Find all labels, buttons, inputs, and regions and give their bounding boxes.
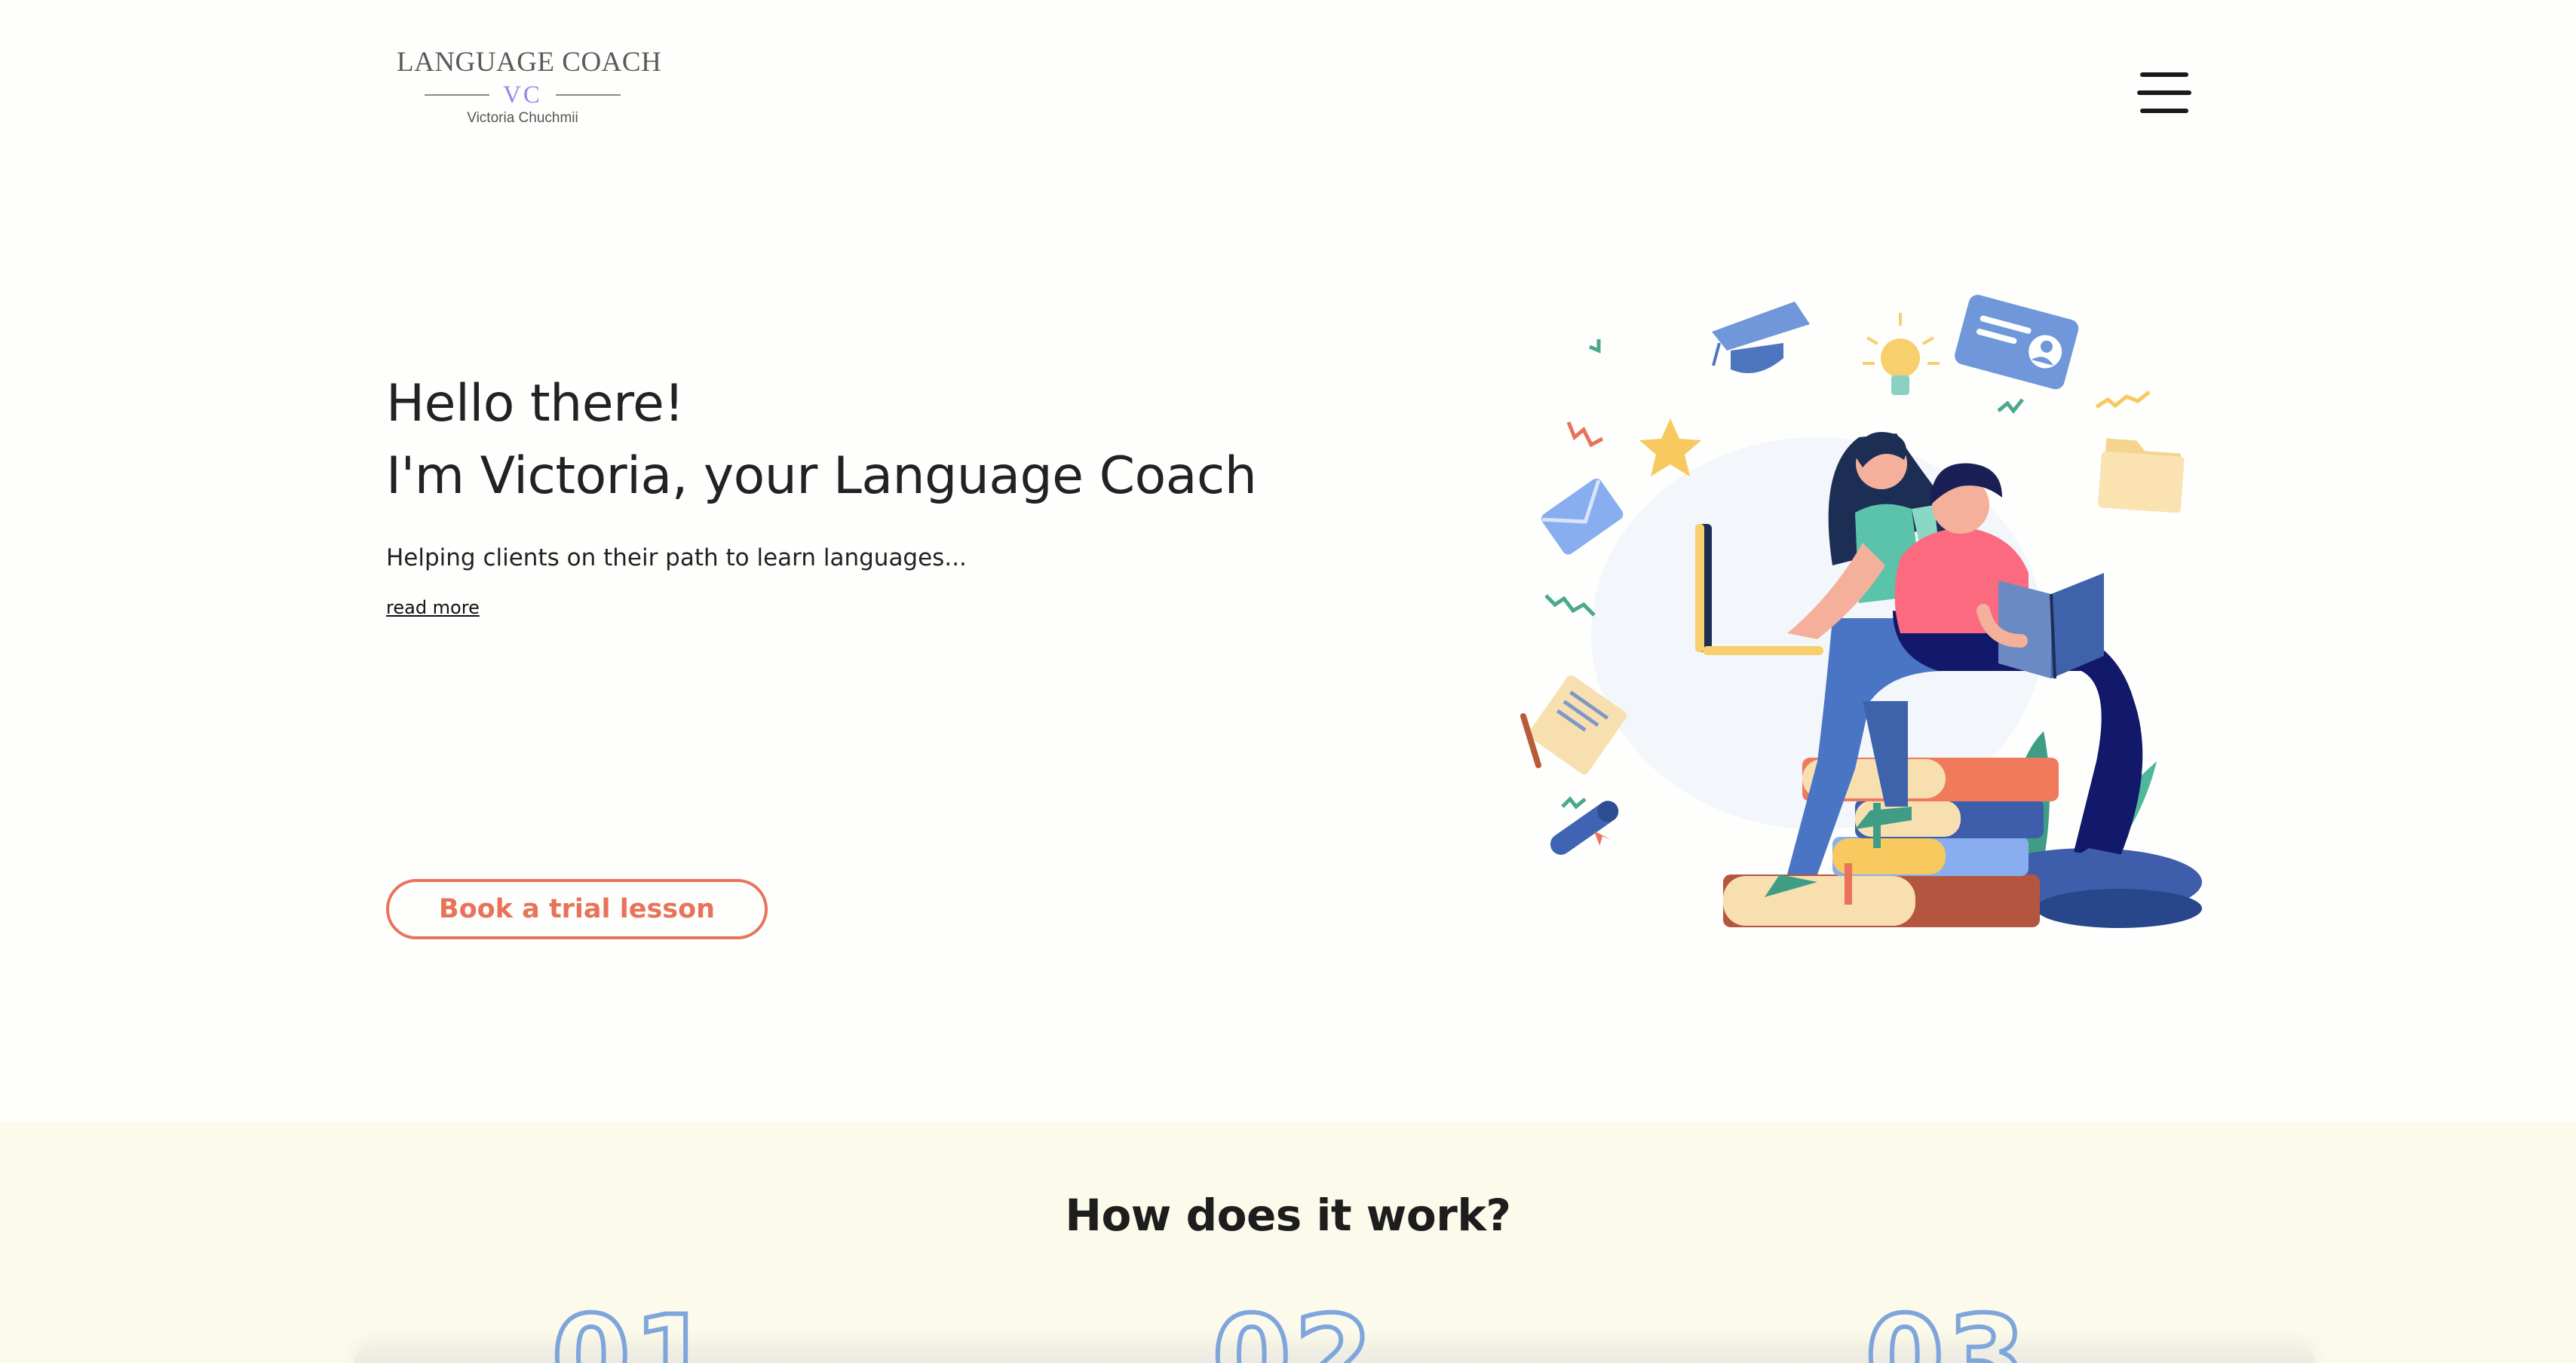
menu-line <box>2137 90 2191 95</box>
hero-intro: I'm Victoria, your Language Coach <box>386 446 1257 506</box>
hero-greeting: Hello there! <box>386 374 685 433</box>
star-icon <box>1639 418 1701 476</box>
menu-line <box>2140 72 2188 77</box>
logo-monogram-row: VC <box>397 80 649 110</box>
hero-subtitle: Helping clients on their path to learn l… <box>386 544 967 571</box>
page: LANGUAGE COACH VC Victoria Chuchmii Hell… <box>0 0 2576 1363</box>
squiggle-decoration <box>2095 391 2151 409</box>
logo-divider <box>425 94 490 96</box>
squiggle-decoration <box>1997 398 2024 415</box>
envelope-icon <box>1541 478 1624 555</box>
light-bulb-icon <box>1863 313 1940 395</box>
squiggle-decoration <box>1589 339 1601 354</box>
step-number: 02 <box>1210 1292 1376 1363</box>
book-trial-lesson-button[interactable]: Book a trial lesson <box>386 879 768 939</box>
site-logo[interactable]: LANGUAGE COACH VC Victoria Chuchmii <box>397 47 662 127</box>
menu-line <box>2140 109 2188 113</box>
logo-divider <box>555 94 621 96</box>
how-it-works-section: How does it work? 01 02 03 <box>0 1122 2576 1363</box>
read-more-link[interactable]: read more <box>386 597 480 618</box>
logo-monogram: VC <box>503 81 542 109</box>
logo-title: LANGUAGE COACH <box>397 47 662 78</box>
graduation-cap-icon <box>1712 302 1810 373</box>
hero-illustration <box>1520 295 2202 928</box>
hamburger-menu-icon[interactable] <box>2137 72 2191 115</box>
squiggle-decoration <box>1544 594 1596 617</box>
how-it-works-title: How does it work? <box>1065 1190 1511 1241</box>
diploma-icon <box>1550 801 1619 855</box>
hero-heading: Hello there! I'm Victoria, your Language… <box>386 368 1257 513</box>
step-number: 03 <box>1863 1292 2029 1363</box>
folder-icon <box>2098 438 2185 513</box>
id-card-icon <box>1955 295 2079 390</box>
squiggle-decoration <box>1566 421 1604 448</box>
step-number: 01 <box>550 1292 716 1363</box>
squiggle-decoration <box>1561 796 1587 810</box>
logo-owner-name: Victoria Chuchmii <box>467 110 578 126</box>
